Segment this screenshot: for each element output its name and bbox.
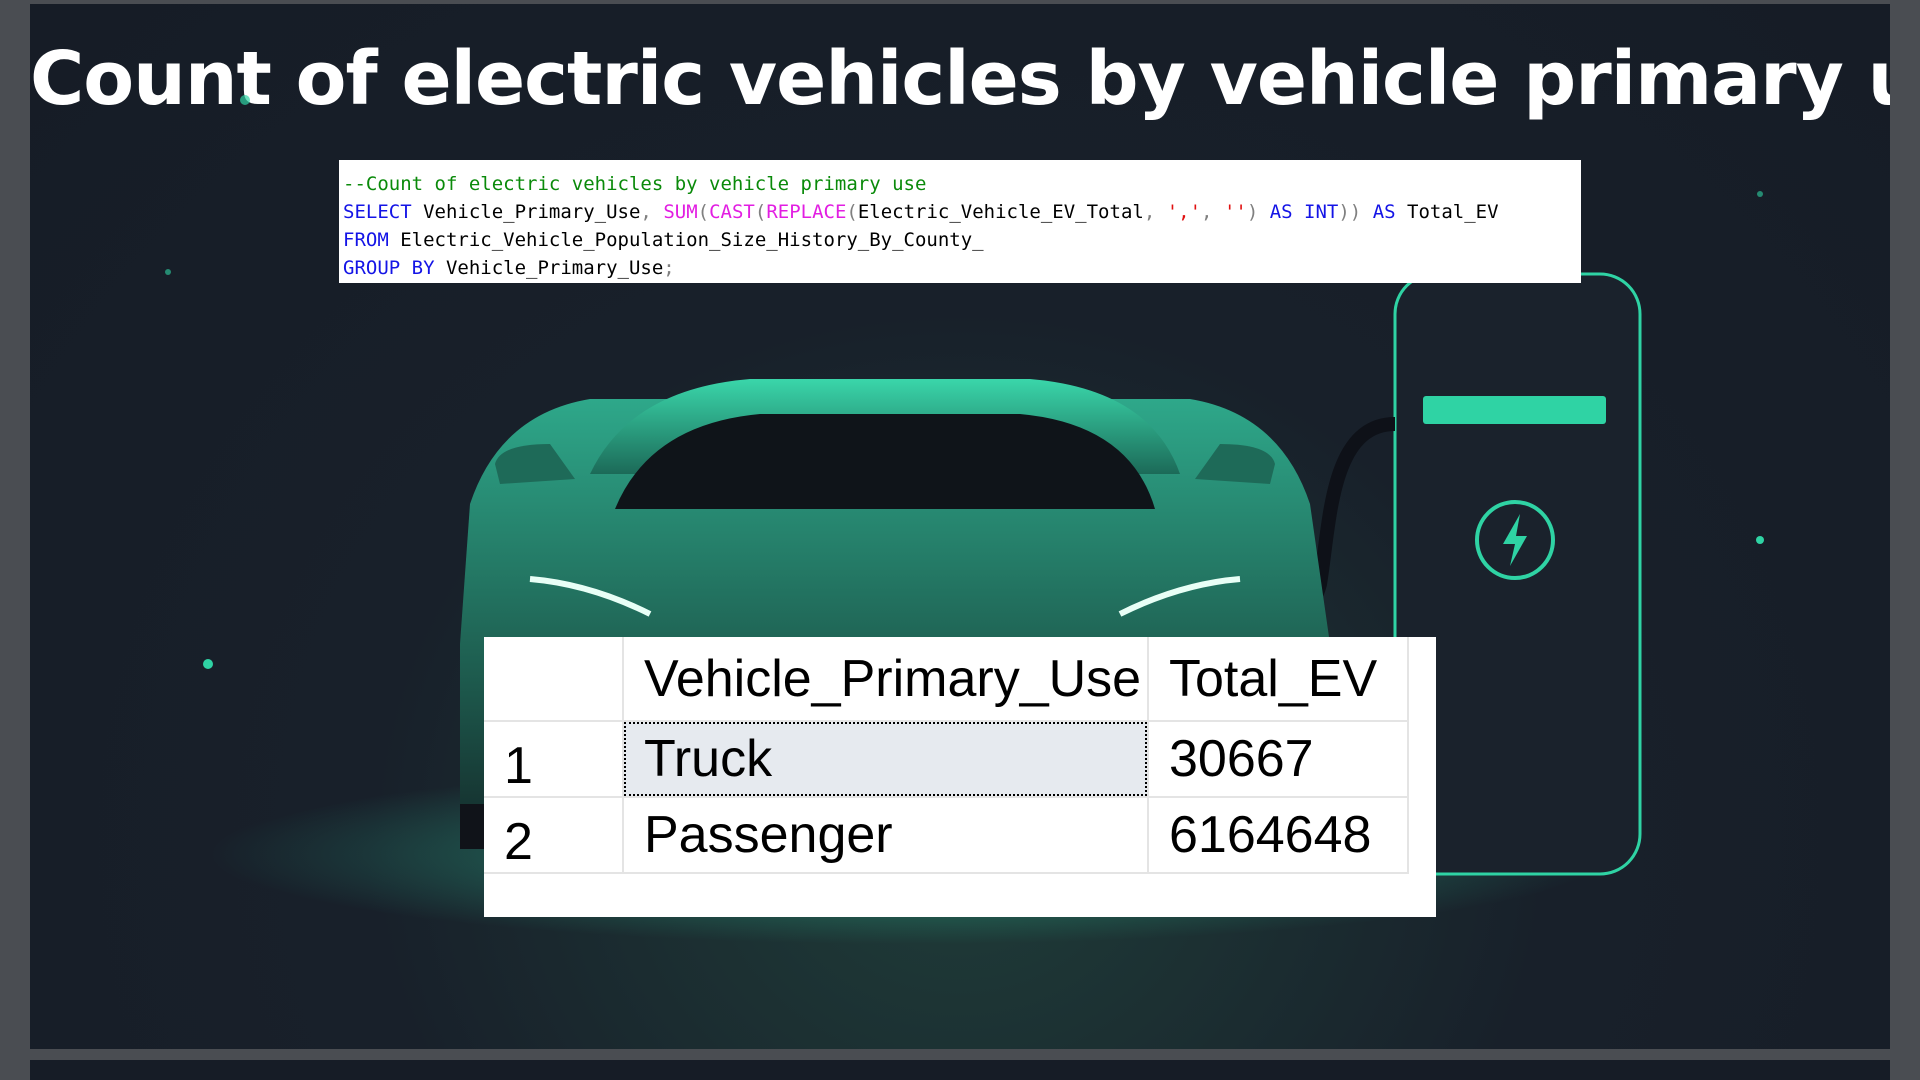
- row-number-header[interactable]: [484, 637, 624, 722]
- sql-keyword: AS: [1361, 201, 1396, 223]
- sql-function: CAST: [709, 201, 755, 223]
- sql-keyword: AS INT: [1258, 201, 1339, 223]
- sql-identifier: Vehicle_Primary_Use: [411, 201, 641, 223]
- sql-keyword: SELECT: [343, 201, 412, 223]
- table-row[interactable]: 2 Passenger 6164648: [484, 797, 1409, 874]
- sql-punct: ;: [663, 257, 675, 279]
- sql-punct: )): [1338, 201, 1362, 223]
- sql-punct: ): [1246, 201, 1259, 223]
- sql-punct: (: [846, 201, 858, 223]
- sql-punct: (: [754, 201, 767, 223]
- charger-display: [1423, 396, 1606, 424]
- slide: Count of electric vehicles by vehicle pr…: [30, 4, 1890, 1049]
- sparkle: [240, 95, 250, 105]
- sql-identifier: Total_EV: [1395, 201, 1499, 223]
- sql-punct: ,: [1201, 201, 1213, 223]
- sql-identifier: Electric_Vehicle_EV_Total: [857, 201, 1144, 223]
- sql-string: '': [1212, 201, 1247, 223]
- column-header-vehicle-primary-use[interactable]: Vehicle_Primary_Use: [623, 637, 1149, 722]
- row-number[interactable]: 2: [484, 797, 624, 874]
- sql-punct: ,: [1143, 201, 1156, 223]
- sql-query-editor[interactable]: --Count of electric vehicles by vehicle …: [339, 160, 1581, 283]
- sparkle: [1757, 191, 1763, 197]
- sql-comment: --Count of electric vehicles by vehicle …: [343, 173, 927, 195]
- cell-vehicle-primary-use[interactable]: Passenger: [623, 797, 1149, 874]
- sql-punct: (: [697, 201, 710, 223]
- next-slide-strip: [30, 1060, 1890, 1080]
- results-header-row: Vehicle_Primary_Use Total_EV: [484, 637, 1409, 722]
- cell-total-ev[interactable]: 30667: [1148, 721, 1409, 798]
- sql-punct: ,: [640, 201, 652, 223]
- sql-keyword: FROM: [343, 229, 389, 251]
- sparkle: [203, 659, 213, 669]
- sql-identifier: Vehicle_Primary_Use: [434, 257, 664, 279]
- table-row[interactable]: 1 Truck 30667: [484, 721, 1409, 798]
- sql-function: REPLACE: [766, 201, 847, 223]
- sparkle: [165, 269, 171, 275]
- sql-function: SUM: [651, 201, 698, 223]
- column-header-total-ev[interactable]: Total_EV: [1148, 637, 1409, 722]
- sql-string: ',': [1155, 201, 1202, 223]
- row-number[interactable]: 1: [484, 721, 624, 798]
- sql-keyword: GROUP BY: [343, 257, 435, 279]
- sql-identifier: Electric_Vehicle_Population_Size_History…: [388, 229, 984, 251]
- cell-total-ev[interactable]: 6164648: [1148, 797, 1409, 874]
- cell-vehicle-primary-use[interactable]: Truck: [623, 721, 1149, 798]
- results-grid: Vehicle_Primary_Use Total_EV 1 Truck 306…: [484, 637, 1436, 917]
- sparkle: [1756, 536, 1764, 544]
